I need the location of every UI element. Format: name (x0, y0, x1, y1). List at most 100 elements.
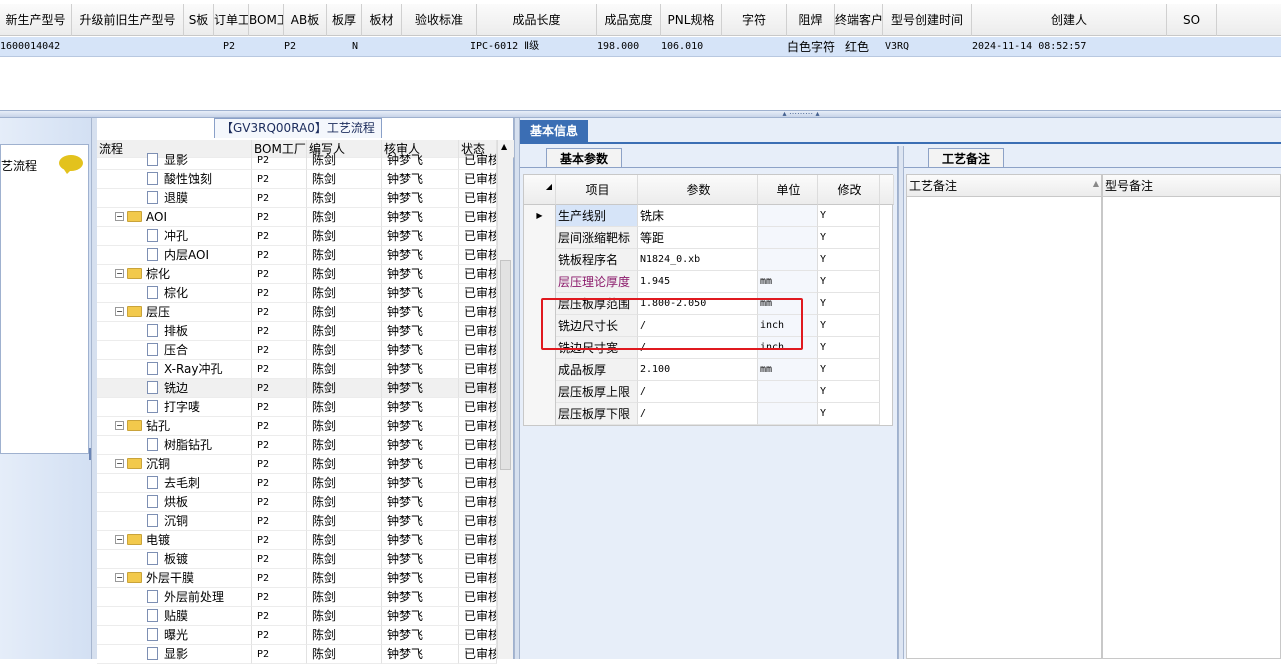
tab-basic-params[interactable]: 基本参数 (546, 148, 622, 168)
grid-column-header[interactable]: 阻焊 (787, 4, 835, 36)
tree-row[interactable]: 压合 P2 陈剑 钟梦飞 已审核 (97, 341, 497, 360)
params-row[interactable]: 层间涨缩靶标 等距 Y (524, 227, 894, 249)
grid-column-header[interactable]: 订单工厂 (214, 4, 249, 36)
tab-process-remark[interactable]: 工艺备注 (928, 148, 1004, 168)
tree-scrollbar[interactable]: ▲ (497, 140, 513, 659)
params-row[interactable]: 层压板厚上限 / Y (524, 381, 894, 403)
grid-column-header[interactable]: 字符 (722, 4, 787, 36)
tree-row[interactable]: 冲孔 P2 陈剑 钟梦飞 已审核 (97, 227, 497, 246)
collapse-toggle-icon[interactable]: − (115, 212, 124, 221)
tree-row[interactable]: − 电镀 P2 陈剑 钟梦飞 已审核 (97, 531, 497, 550)
params-row[interactable]: 层压板厚下限 / Y (524, 403, 894, 425)
param-modify-cell[interactable]: Y (818, 315, 880, 337)
grid-column-header[interactable]: 板材 (362, 4, 402, 36)
param-value-cell[interactable]: 1.945 (638, 271, 758, 293)
param-modify-cell[interactable]: Y (818, 293, 880, 315)
params-row[interactable]: 成品板厚 2.100 mm Y (524, 359, 894, 381)
grid-column-header[interactable]: 成品宽度 (597, 4, 661, 36)
grid-cell[interactable]: N (340, 37, 370, 57)
params-column-header[interactable]: 修改 (818, 175, 880, 205)
tree-row[interactable]: 酸性蚀刻 P2 陈剑 钟梦飞 已审核 (97, 170, 497, 189)
collapse-toggle-icon[interactable]: − (115, 459, 124, 468)
grid-column-header[interactable]: 验收标准 (402, 4, 477, 36)
scroll-thumb[interactable] (500, 260, 511, 470)
splitter-grip-icon[interactable]: ▴ ⋯⋯⋯ ▴ (770, 110, 832, 118)
grid-column-header[interactable]: 升级前旧生产型号 (72, 4, 184, 36)
params-column-header[interactable]: 项目 (556, 175, 638, 205)
tree-row[interactable]: 显影 P2 陈剑 钟梦飞 已审核 (97, 645, 497, 664)
grid-column-header[interactable]: 创建人 (972, 4, 1167, 36)
grid-cell[interactable]: 红色 (845, 37, 885, 57)
tab-base-info[interactable]: 基本信息 (520, 120, 588, 142)
param-modify-cell[interactable]: Y (818, 403, 880, 425)
grid-cell[interactable]: 1600014042 (0, 37, 70, 57)
param-value-cell[interactable]: 等距 (638, 227, 758, 249)
param-value-cell[interactable]: / (638, 403, 758, 425)
tree-row[interactable]: − 外层干膜 P2 陈剑 钟梦飞 已审核 (97, 569, 497, 588)
model-grid-selected-row[interactable]: 1600014042 P2 P2 N IPC-6012 Ⅱ级 198.000 106.010… (0, 37, 1281, 57)
row-selector[interactable] (524, 227, 556, 249)
param-modify-cell[interactable]: Y (818, 249, 880, 271)
collapse-toggle-icon[interactable]: − (115, 307, 124, 316)
param-value-cell[interactable]: / (638, 381, 758, 403)
row-selector[interactable] (524, 271, 556, 293)
grid-column-header[interactable]: 新生产型号 (0, 4, 72, 36)
tree-row[interactable]: − 棕化 P2 陈剑 钟梦飞 已审核 (97, 265, 497, 284)
tree-row[interactable]: − 钻孔 P2 陈剑 钟梦飞 已审核 (97, 417, 497, 436)
model-remark-box[interactable]: 型号备注 (1102, 174, 1281, 659)
grid-column-header[interactable]: 成品长度 (477, 4, 597, 36)
param-modify-cell[interactable]: Y (818, 359, 880, 381)
tree-row[interactable]: 树脂钻孔 P2 陈剑 钟梦飞 已审核 (97, 436, 497, 455)
param-value-cell[interactable]: 2.100 (638, 359, 758, 381)
grid-cell[interactable]: 106.010 (661, 37, 721, 57)
grid-cell[interactable]: 2024-11-14 08:52:57 (972, 37, 1167, 57)
grid-column-header[interactable]: SO (1167, 4, 1217, 36)
collapse-toggle-icon[interactable]: − (115, 573, 124, 582)
horizontal-splitter[interactable]: ▴ ⋯⋯⋯ ▴ (0, 110, 1281, 118)
row-selector[interactable] (524, 249, 556, 271)
row-selector[interactable] (524, 403, 556, 425)
params-column-header[interactable]: 单位 (758, 175, 818, 205)
tree-row[interactable]: 贴膜 P2 陈剑 钟梦飞 已审核 (97, 607, 497, 626)
row-selector[interactable] (524, 381, 556, 403)
tree-row[interactable]: 退膜 P2 陈剑 钟梦飞 已审核 (97, 189, 497, 208)
scroll-up-icon[interactable]: ▲ (501, 142, 507, 151)
grid-cell[interactable]: 白色字符 (787, 37, 837, 57)
tree-row[interactable]: 板镀 P2 陈剑 钟梦飞 已审核 (97, 550, 497, 569)
params-row[interactable]: 铣板程序名 N1824_0.xb Y (524, 249, 894, 271)
param-value-cell[interactable]: N1824_0.xb (638, 249, 758, 271)
tree-row[interactable]: X-Ray冲孔 P2 陈剑 钟梦飞 已审核 (97, 360, 497, 379)
tree-row[interactable]: − 层压 P2 陈剑 钟梦飞 已审核 (97, 303, 497, 322)
grid-cell[interactable]: IPC-6012 Ⅱ级 (470, 37, 590, 57)
grid-column-header[interactable]: 型号创建时间 (883, 4, 972, 36)
grid-cell[interactable]: V3RQ (885, 37, 935, 57)
row-selector[interactable] (524, 359, 556, 381)
params-column-header[interactable]: 参数 (638, 175, 758, 205)
params-row[interactable]: 层压理论厚度 1.945 mm Y (524, 271, 894, 293)
grid-cell[interactable]: P2 (270, 37, 310, 57)
tree-row[interactable]: 铣边 P2 陈剑 钟梦飞 已审核 (97, 379, 497, 398)
param-modify-cell[interactable]: Y (818, 337, 880, 359)
grid-column-header[interactable]: 板厚 (327, 4, 362, 36)
param-value-cell[interactable]: 铣床 (638, 205, 758, 227)
param-modify-cell[interactable]: Y (818, 271, 880, 293)
tree-row[interactable]: 沉铜 P2 陈剑 钟梦飞 已审核 (97, 512, 497, 531)
tree-row[interactable]: 曝光 P2 陈剑 钟梦飞 已审核 (97, 626, 497, 645)
grid-column-header[interactable]: PNL规格 (661, 4, 722, 36)
param-modify-cell[interactable]: Y (818, 227, 880, 249)
grid-cell[interactable]: 198.000 (597, 37, 647, 57)
grid-column-header[interactable]: AB板 (284, 4, 327, 36)
grid-column-header[interactable]: S板 (184, 4, 214, 36)
tree-row[interactable]: 显影 P2 陈剑 钟梦飞 已审核 (97, 151, 497, 170)
grid-column-header[interactable]: 终端客户代码 (835, 4, 883, 36)
tree-row[interactable]: 打字唛 P2 陈剑 钟梦飞 已审核 (97, 398, 497, 417)
grid-column-header[interactable]: BOM工厂 (249, 4, 284, 36)
tree-row[interactable]: 烘板 P2 陈剑 钟梦飞 已审核 (97, 493, 497, 512)
param-modify-cell[interactable]: Y (818, 205, 880, 227)
row-selector[interactable]: ▶ (524, 205, 556, 227)
collapse-toggle-icon[interactable]: − (115, 269, 124, 278)
scroll-up-icon[interactable]: ▲ (1093, 179, 1099, 188)
process-remark-box[interactable]: 工艺备注 ▲ (906, 174, 1102, 659)
tree-row[interactable]: 去毛刺 P2 陈剑 钟梦飞 已审核 (97, 474, 497, 493)
params-row[interactable]: ▶ 生产线别 铣床 Y (524, 205, 894, 227)
